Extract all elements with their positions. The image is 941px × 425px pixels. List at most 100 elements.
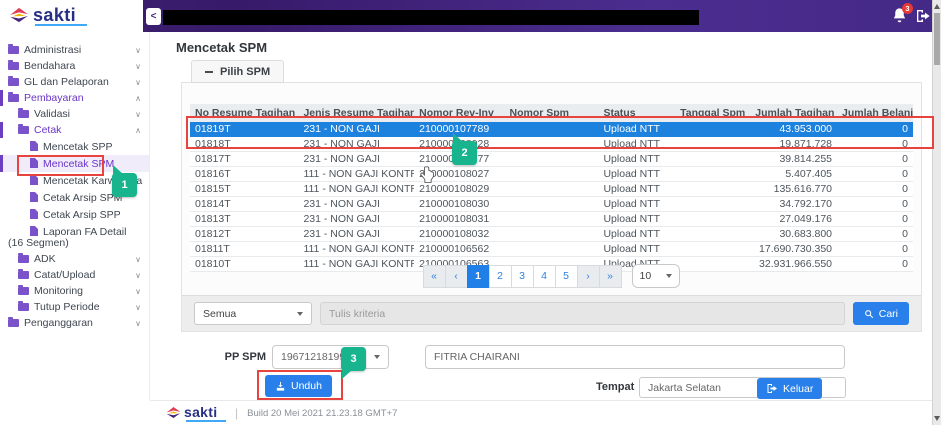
cell-no-resume: 01817T [190, 152, 298, 167]
column-header[interactable]: Jumlah Belanja [837, 104, 913, 122]
column-header[interactable]: Nomor Spm [504, 104, 598, 122]
cell-nomor-spm [504, 227, 598, 242]
sidebar-menu-item[interactable]: Catat/Upload ∨ [0, 267, 149, 283]
column-header[interactable]: Status [598, 104, 674, 122]
sidebar-menu-item[interactable]: Laporan FA Detail (16 Segmen) [0, 223, 149, 251]
table-row[interactable]: 01812T 231 - NON GAJI 210000108032 Uploa… [190, 227, 913, 242]
cell-no-resume: 01815T [190, 182, 298, 197]
sidebar-menu-item[interactable]: Mencetak SPP [0, 138, 149, 155]
table-row[interactable]: 01813T 231 - NON GAJI 210000108031 Uploa… [190, 212, 913, 227]
sidebar-menu-item[interactable]: Monitoring ∨ [0, 283, 149, 299]
footer-divider: | [235, 406, 238, 420]
download-icon [275, 381, 286, 392]
pilih-spm-tab[interactable]: Pilih SPM [191, 60, 284, 83]
sidebar-menu-item[interactable]: Cetak ∧ [0, 122, 149, 138]
logout-button[interactable] [915, 9, 931, 28]
menu-item-icon [8, 46, 19, 54]
pagination-page-button[interactable]: 2 [489, 265, 512, 288]
sidebar-menu-item[interactable]: GL dan Pelaporan ∨ [0, 74, 149, 90]
annotation-step-1: 1 [112, 173, 137, 197]
keluar-button[interactable]: Keluar [757, 378, 822, 399]
table-row[interactable]: 01819T 231 - NON GAJI 210000107789 Uploa… [190, 122, 913, 137]
chevron-icon: ∨ [135, 286, 141, 297]
page-size-select[interactable]: 10 [632, 264, 680, 288]
table-row[interactable]: 01817T 231 - NON GAJI 210000106777 Uploa… [190, 152, 913, 167]
footer-brand-name: sakti [184, 404, 217, 420]
pagination-first-button[interactable]: « [423, 265, 446, 288]
cell-status: Upload NTT [598, 197, 674, 212]
search-bar: Semua Cari [182, 295, 921, 331]
unduh-button-label: Unduh [291, 380, 322, 392]
vertical-scrollbar[interactable] [932, 0, 941, 425]
sidebar-menu-item[interactable]: Validasi ∨ [0, 106, 149, 122]
cell-nomor-rev-inv: 210000108031 [414, 212, 504, 227]
pagination-prev-button[interactable]: ‹ [445, 265, 468, 288]
cell-nomor-rev-inv: 210000108029 [414, 182, 504, 197]
sidebar-item-label: Mencetak SPM [43, 158, 114, 170]
column-header[interactable]: Jenis Resume Tagihan [298, 104, 414, 122]
sidebar-menu-item[interactable]: Mencetak SPM [0, 155, 149, 172]
sidebar-item-label: Catat/Upload [34, 269, 95, 281]
cell-jumlah-tagihan: 27.049.176 [750, 212, 837, 227]
pp-spm-name-input[interactable] [425, 345, 845, 369]
menu-item-icon [8, 78, 19, 86]
cari-button[interactable]: Cari [853, 302, 909, 325]
column-header[interactable]: Tanggal Spm [674, 104, 750, 122]
menu-item-icon [18, 255, 29, 263]
table-row[interactable]: 01814T 231 - NON GAJI 210000108030 Uploa… [190, 197, 913, 212]
cell-jumlah-tagihan: 17.690.730.350 [750, 242, 837, 257]
menu-item-icon [18, 287, 29, 295]
sidebar-menu-item[interactable]: Cetak Arsip SPP [0, 206, 149, 223]
annotation-step-2: 2 [452, 141, 477, 165]
footer-sakti-logo: sakti [166, 404, 226, 422]
cell-nomor-rev-inv: 210000108030 [414, 197, 504, 212]
sidebar-menu-item[interactable]: Bendahara ∨ [0, 58, 149, 74]
chevron-icon: ∧ [135, 93, 141, 104]
sidebar-menu-item[interactable]: Penganggaran ∨ [0, 315, 149, 331]
table-row[interactable]: 01818T 231 - NON GAJI 210000108028 Uploa… [190, 137, 913, 152]
cell-jenis-resume: 111 - NON GAJI KONTRAKT [298, 167, 414, 182]
scroll-up-arrow-icon[interactable] [934, 4, 940, 9]
sidebar-menu-item[interactable]: Pembayaran ∧ [0, 90, 149, 106]
page-size-value: 10 [640, 270, 652, 282]
cell-tanggal-spm [674, 152, 750, 167]
sidebar-menu-item[interactable]: ADK ∨ [0, 251, 149, 267]
sidebar-menu-item[interactable]: Administrasi ∨ [0, 42, 149, 58]
sidebar-menu-item[interactable]: Tutup Periode ∨ [0, 299, 149, 315]
table-row[interactable]: 01815T 111 - NON GAJI KONTRAKT 210000108… [190, 182, 913, 197]
pagination-page-button[interactable]: 4 [533, 265, 556, 288]
sidebar-item-label: GL dan Pelaporan [24, 76, 109, 88]
column-header[interactable]: Jumlah Tagihan [750, 104, 837, 122]
pagination-page-button[interactable]: 1 [467, 265, 490, 288]
cell-jenis-resume: 111 - NON GAJI KONTRAKT [298, 182, 414, 197]
criteria-input[interactable] [320, 302, 845, 325]
cell-no-resume: 01811T [190, 242, 298, 257]
column-header[interactable]: Nomor Rev-Inv [414, 104, 504, 122]
cell-tanggal-spm [674, 137, 750, 152]
cell-nomor-spm [504, 152, 598, 167]
scrollbar-thumb[interactable] [934, 13, 940, 65]
table-row[interactable]: 01816T 111 - NON GAJI KONTRAKT 210000108… [190, 167, 913, 182]
chevron-icon: ∧ [135, 125, 141, 136]
pagination-last-button[interactable]: » [599, 265, 622, 288]
column-header[interactable]: No Resume Tagihan [190, 104, 298, 122]
cell-tanggal-spm [674, 167, 750, 182]
sidebar-menu: Administrasi ∨ Bendahara ∨ GL dan Pelapo… [0, 32, 150, 400]
menu-item-icon [30, 209, 38, 219]
filter-select[interactable]: Semua [194, 302, 312, 325]
chevron-down-icon [666, 274, 672, 278]
filter-select-value: Semua [203, 308, 236, 320]
annotation-step-3: 3 [341, 347, 366, 371]
table-row[interactable]: 01811T 111 - NON GAJI KONTRAKT 210000106… [190, 242, 913, 257]
pagination-next-button[interactable]: › [577, 265, 600, 288]
pagination-page-button[interactable]: 5 [555, 265, 578, 288]
chevron-icon: ∨ [135, 45, 141, 56]
cell-jumlah-belanja: 0 [837, 197, 913, 212]
unduh-button[interactable]: Unduh [265, 375, 332, 397]
cell-nomor-rev-inv: 210000108027 [414, 167, 504, 182]
pp-spm-select[interactable]: 19671218199503 [272, 345, 389, 369]
pagination-page-button[interactable]: 3 [511, 265, 534, 288]
sidebar-collapse-button[interactable]: < [146, 8, 161, 25]
cell-status: Upload NTT [598, 152, 674, 167]
scroll-down-arrow-icon[interactable] [934, 416, 940, 421]
